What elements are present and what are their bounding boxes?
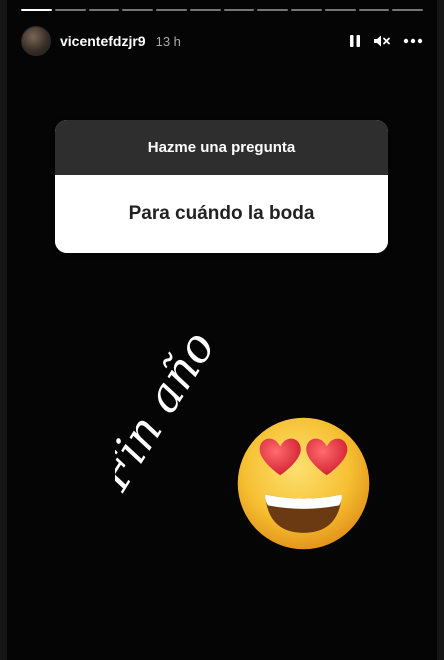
question-answer: Para cuándo la boda	[55, 175, 388, 253]
username[interactable]: vicentefdzjr9	[60, 33, 146, 49]
progress-segment	[358, 9, 390, 11]
progress-segment	[88, 9, 120, 11]
question-header: Hazme una pregunta	[55, 120, 388, 175]
progress-segment	[291, 9, 322, 11]
post-time: 13 h	[155, 33, 181, 49]
progress-segment	[156, 9, 187, 11]
progress-segment	[257, 9, 288, 11]
progress-segment	[324, 9, 356, 11]
avatar[interactable]	[21, 26, 51, 56]
progress-segment	[21, 9, 52, 11]
progress-segment	[392, 9, 423, 11]
progress-segment	[189, 9, 221, 11]
progress-segment	[223, 9, 255, 11]
pause-icon[interactable]	[349, 34, 361, 48]
more-horizontal-icon[interactable]	[403, 38, 423, 44]
story-viewer[interactable]: vicentefdzjr9 13 h Hazme una pregunta Pa…	[7, 0, 437, 660]
story-progress-bar	[21, 9, 423, 12]
svg-text:Fin año: Fin año	[115, 325, 225, 500]
story-controls	[349, 34, 423, 48]
heart-eyes-emoji	[237, 417, 370, 550]
progress-segment	[54, 9, 86, 11]
muted-speaker-icon[interactable]	[373, 34, 391, 48]
story-header: vicentefdzjr9 13 h	[21, 24, 423, 58]
progress-segment	[122, 9, 153, 11]
question-sticker[interactable]: Hazme una pregunta Para cuándo la boda	[55, 120, 388, 253]
